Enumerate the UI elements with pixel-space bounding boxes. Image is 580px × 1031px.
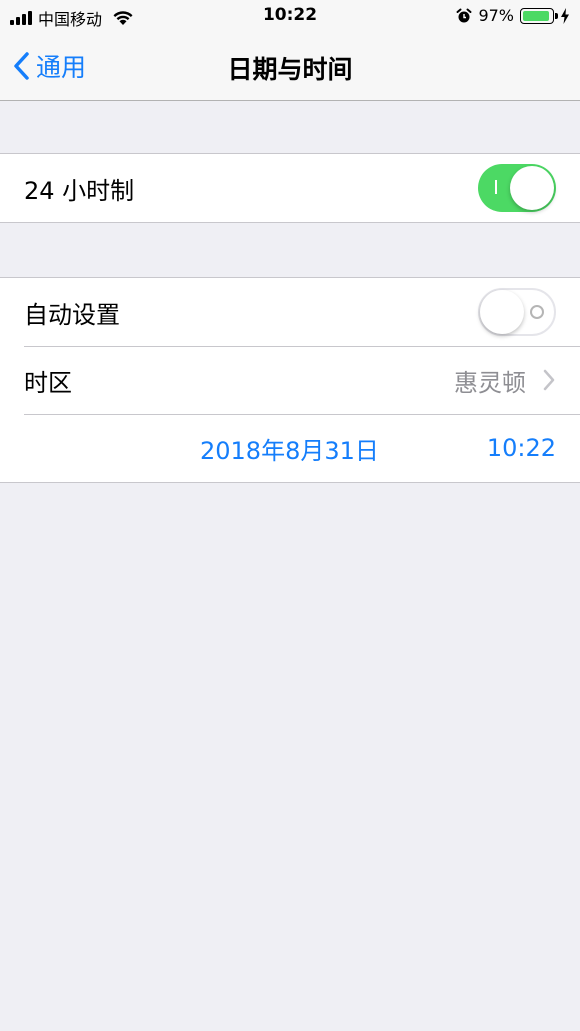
date-value[interactable]: 2018年8月31日 — [200, 431, 379, 466]
setting-label-24-hour: 24 小时制 — [24, 176, 135, 205]
setting-label-timezone: 时区 — [24, 368, 72, 397]
setting-row-24-hour: 24 小时制 — [0, 154, 580, 222]
setting-label-auto-set: 自动设置 — [24, 300, 120, 329]
chevron-right-icon — [543, 369, 555, 391]
battery-icon — [520, 7, 558, 24]
toggle-24-hour[interactable] — [478, 164, 556, 212]
toggle-on-mark-icon — [495, 180, 497, 194]
toggle-knob — [480, 290, 524, 334]
charging-bolt-icon — [561, 7, 569, 24]
status-bar: 中国移动 10:22 97% — [0, 0, 580, 34]
battery-percent: 97% — [478, 6, 514, 25]
toggle-knob — [510, 166, 554, 210]
navigation-bar: 通用 日期与时间 — [0, 34, 580, 101]
alarm-icon — [456, 8, 472, 22]
setting-row-timezone[interactable]: 时区 惠灵顿 — [0, 346, 580, 414]
setting-row-auto-set: 自动设置 — [0, 278, 580, 346]
timezone-value: 惠灵顿 — [454, 368, 526, 397]
battery-fill — [523, 10, 550, 21]
settings-group-date-time: 自动设置 时区 惠灵顿 2018年8月31日 10:22 — [0, 277, 580, 483]
page-title: 日期与时间 — [227, 55, 353, 84]
setting-row-date-time: 2018年8月31日 10:22 — [0, 414, 580, 482]
time-value[interactable]: 10:22 — [487, 434, 556, 462]
toggle-off-mark-icon — [530, 305, 544, 319]
status-right: 97% — [456, 6, 570, 25]
settings-group-time-format: 24 小时制 — [0, 153, 580, 223]
toggle-auto-set[interactable] — [478, 288, 556, 336]
